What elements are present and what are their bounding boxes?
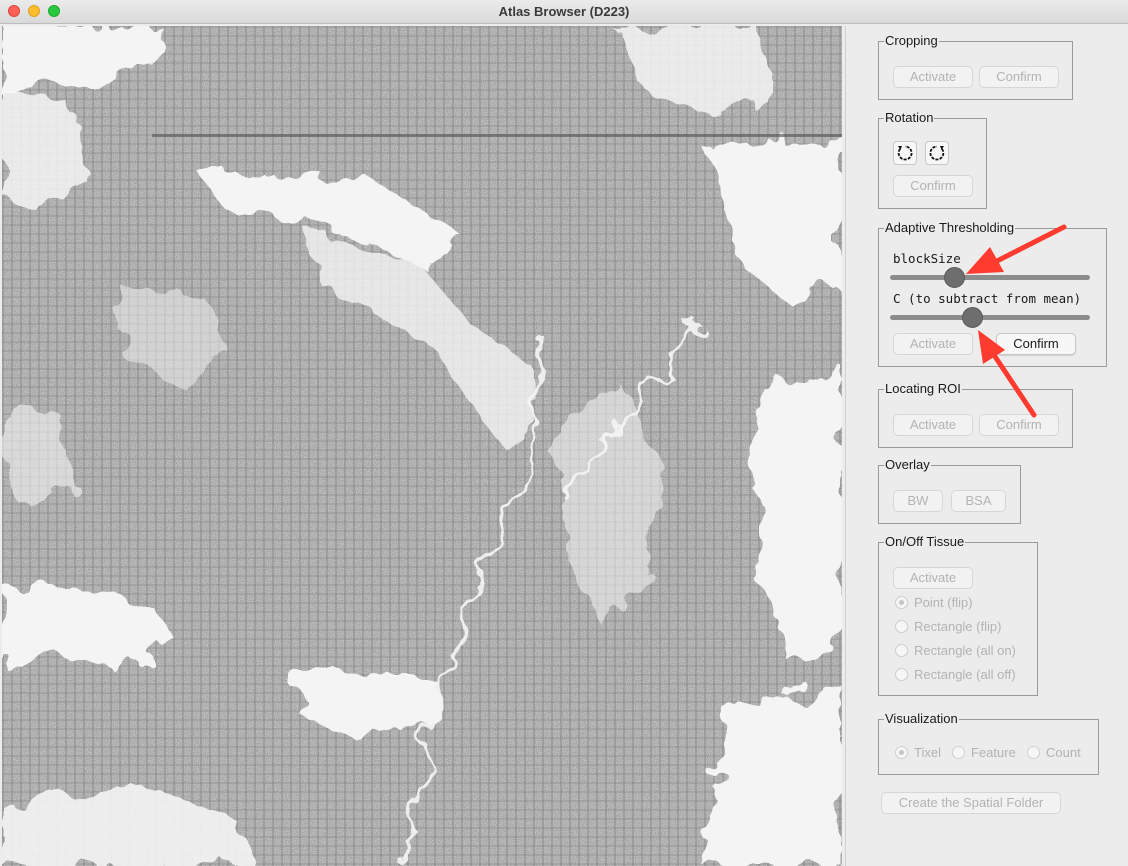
roi-activate-button[interactable]: Activate [893,414,973,436]
locating-roi-group: Locating ROI Activate Confirm [878,381,1073,448]
radio-feature[interactable]: Feature [952,745,1016,760]
cropping-group: Cropping Activate Confirm [878,33,1073,100]
rotate-left-button[interactable] [893,141,917,165]
blocksize-slider-track[interactable] [890,275,1090,280]
overlay-title: Overlay [884,457,931,473]
c-slider-track[interactable] [890,315,1090,320]
radio-rectangle-flip[interactable]: Rectangle (flip) [895,619,1001,634]
radio-indicator [1027,746,1040,759]
overlay-group: Overlay BW BSA [878,457,1021,524]
roi-confirm-button[interactable]: Confirm [979,414,1059,436]
c-subtract-label: C (to subtract from mean) [893,291,1082,306]
adaptive-confirm-button[interactable]: Confirm [996,333,1076,355]
radio-label: Rectangle (flip) [914,619,1002,634]
on-off-tissue-group: On/Off Tissue Activate Point (flip) Rect… [878,534,1038,696]
rotate-right-button[interactable] [925,141,949,165]
radio-indicator [952,746,965,759]
tissue-image [2,26,842,866]
radio-label: Point (flip) [914,595,973,610]
cropping-title: Cropping [884,33,939,49]
title-bar: Atlas Browser (D223) [0,0,1128,24]
overlay-bsa-button[interactable]: BSA [951,490,1006,512]
blocksize-label: blockSize [893,251,961,266]
radio-indicator [895,596,908,609]
adaptive-thresholding-title: Adaptive Thresholding [884,220,1016,236]
radio-tixel[interactable]: Tixel [895,745,941,760]
radio-label: Rectangle (all off) [914,667,1016,682]
cropping-confirm-button[interactable]: Confirm [979,66,1059,88]
rotation-confirm-button[interactable]: Confirm [893,175,973,197]
adaptive-activate-button[interactable]: Activate [893,333,973,355]
tissue-image-canvas[interactable] [2,26,842,866]
blocksize-slider-knob[interactable] [943,267,965,288]
radio-label: Rectangle (all on) [914,643,1016,658]
tissue-activate-button[interactable]: Activate [893,567,973,589]
radio-indicator [895,668,908,681]
radio-label: Feature [971,745,1016,760]
radio-rectangle-all-off[interactable]: Rectangle (all off) [895,667,1016,682]
overlay-bw-button[interactable]: BW [893,490,943,512]
cropping-activate-button[interactable]: Activate [893,66,973,88]
rotate-left-icon [897,145,913,161]
adaptive-thresholding-group: Adaptive Thresholding blockSize C (to su… [878,220,1107,367]
radio-indicator [895,746,908,759]
radio-indicator [895,644,908,657]
radio-rectangle-all-on[interactable]: Rectangle (all on) [895,643,1016,658]
visualization-title: Visualization [884,711,959,727]
c-slider-knob[interactable] [961,307,983,328]
control-panel: Cropping Activate Confirm Rotation Confi… [845,26,1128,866]
on-off-tissue-title: On/Off Tissue [884,534,966,550]
radio-label: Tixel [914,745,941,760]
radio-point-flip[interactable]: Point (flip) [895,595,973,610]
radio-indicator [895,620,908,633]
locating-roi-title: Locating ROI [884,381,962,397]
visualization-group: Visualization Tixel Feature Count [878,711,1099,775]
radio-count[interactable]: Count [1027,745,1081,760]
radio-label: Count [1046,745,1081,760]
rotate-right-icon [929,145,945,161]
window-title: Atlas Browser (D223) [498,4,630,19]
rotation-title: Rotation [884,110,935,126]
create-spatial-folder-button[interactable]: Create the Spatial Folder [881,792,1061,814]
rotation-group: Rotation Confirm [878,110,987,209]
